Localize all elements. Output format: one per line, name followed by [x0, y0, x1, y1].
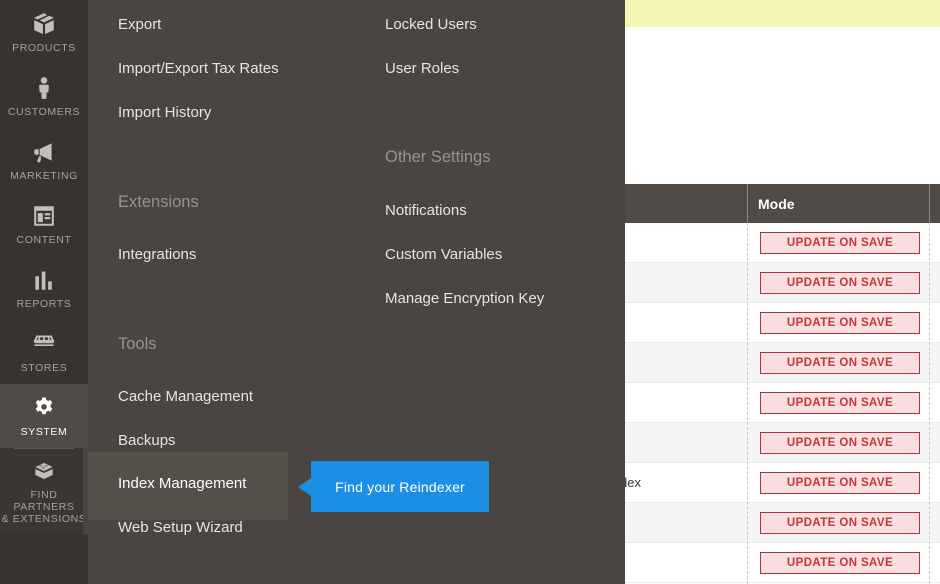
menu-heading-other-settings: Other Settings [385, 148, 491, 166]
menu-heading-tools: Tools [118, 335, 157, 353]
mode-badge-update-on-save[interactable]: UPDATE ON SAVE [760, 352, 920, 374]
mode-badge-update-on-save[interactable]: UPDATE ON SAVE [760, 312, 920, 334]
box-icon [31, 11, 57, 42]
menu-item-manage-encryption-key[interactable]: Manage Encryption Key [385, 290, 544, 308]
find-reindexer-tooltip[interactable]: Find your Reindexer [298, 461, 489, 512]
sidebar-item-label: STORES [20, 361, 68, 374]
sidebar-item-reports[interactable]: REPORTS [0, 256, 88, 320]
mode-badge-update-on-save[interactable]: UPDATE ON SAVE [760, 512, 920, 534]
gear-icon [31, 395, 57, 426]
sidebar-item-label: CONTENT [16, 233, 72, 246]
header-column-divider-2 [929, 184, 930, 223]
menu-item-notifications[interactable]: Notifications [385, 202, 467, 220]
tooltip-label: Find your Reindexer [335, 478, 465, 495]
layout-icon [31, 203, 57, 234]
menu-item-cache-management[interactable]: Cache Management [118, 388, 253, 406]
menu-item-backups[interactable]: Backups [118, 432, 176, 450]
storefront-icon [31, 331, 57, 362]
mode-badge-update-on-save[interactable]: UPDATE ON SAVE [760, 232, 920, 254]
mode-badge-update-on-save[interactable]: UPDATE ON SAVE [760, 392, 920, 414]
sidebar-item-stores[interactable]: STORES [0, 320, 88, 384]
admin-screen: Mode UPDATE ON SAVE UPDATE ON SAVE UPDATE … [0, 0, 940, 584]
sidebar-item-marketing[interactable]: MARKETING [0, 128, 88, 192]
grid-column-header-mode[interactable]: Mode [758, 184, 795, 223]
menu-item-custom-variables[interactable]: Custom Variables [385, 246, 502, 264]
person-icon [31, 75, 57, 106]
menu-item-locked-users[interactable]: Locked Users [385, 16, 477, 34]
header-column-divider [747, 184, 748, 223]
sidebar-partners-edge [83, 448, 88, 534]
sidebar-item-label: PRODUCTS [12, 41, 76, 54]
megaphone-icon [31, 139, 57, 170]
menu-heading-extensions: Extensions [118, 193, 199, 211]
sidebar-item-system[interactable]: SYSTEM [0, 384, 88, 448]
mode-badge-update-on-save[interactable]: UPDATE ON SAVE [760, 552, 920, 574]
sidebar-item-products[interactable]: PRODUCTS [0, 0, 88, 64]
sidebar-item-customers[interactable]: CUSTOMERS [0, 64, 88, 128]
bar-chart-icon [31, 267, 57, 298]
mode-badge-update-on-save[interactable]: UPDATE ON SAVE [760, 472, 920, 494]
menu-item-integrations[interactable]: Integrations [118, 246, 196, 264]
main-sidebar: PRODUCTS CUSTOMERS MARKETING CONTENT REPORTS… [0, 0, 88, 584]
mode-badge-update-on-save[interactable]: UPDATE ON SAVE [760, 272, 920, 294]
body-column-divider [747, 223, 748, 584]
menu-item-user-roles[interactable]: User Roles [385, 60, 459, 78]
menu-item-web-setup-wizard[interactable]: Web Setup Wizard [118, 519, 243, 537]
sidebar-divider [14, 448, 74, 449]
body-column-divider-2 [929, 223, 930, 584]
menu-item-import-history[interactable]: Import History [118, 104, 211, 122]
sidebar-item-content[interactable]: CONTENT [0, 192, 88, 256]
sidebar-item-find-partners-extensions[interactable]: FIND PARTNERS & EXTENSIONS [0, 448, 88, 534]
mode-badge-update-on-save[interactable]: UPDATE ON SAVE [760, 432, 920, 454]
menu-item-index-management[interactable]: Index Management [118, 475, 246, 493]
menu-item-export[interactable]: Export [118, 16, 161, 34]
sidebar-item-label: REPORTS [16, 297, 72, 310]
lego-brick-icon [31, 458, 57, 489]
sidebar-item-label: MARKETING [10, 169, 78, 182]
sidebar-item-label: SYSTEM [20, 425, 68, 438]
sidebar-item-label: FIND PARTNERS & EXTENSIONS [1, 488, 87, 525]
menu-item-import-export-tax-rates[interactable]: Import/Export Tax Rates [118, 60, 279, 78]
sidebar-item-label: CUSTOMERS [7, 105, 81, 118]
